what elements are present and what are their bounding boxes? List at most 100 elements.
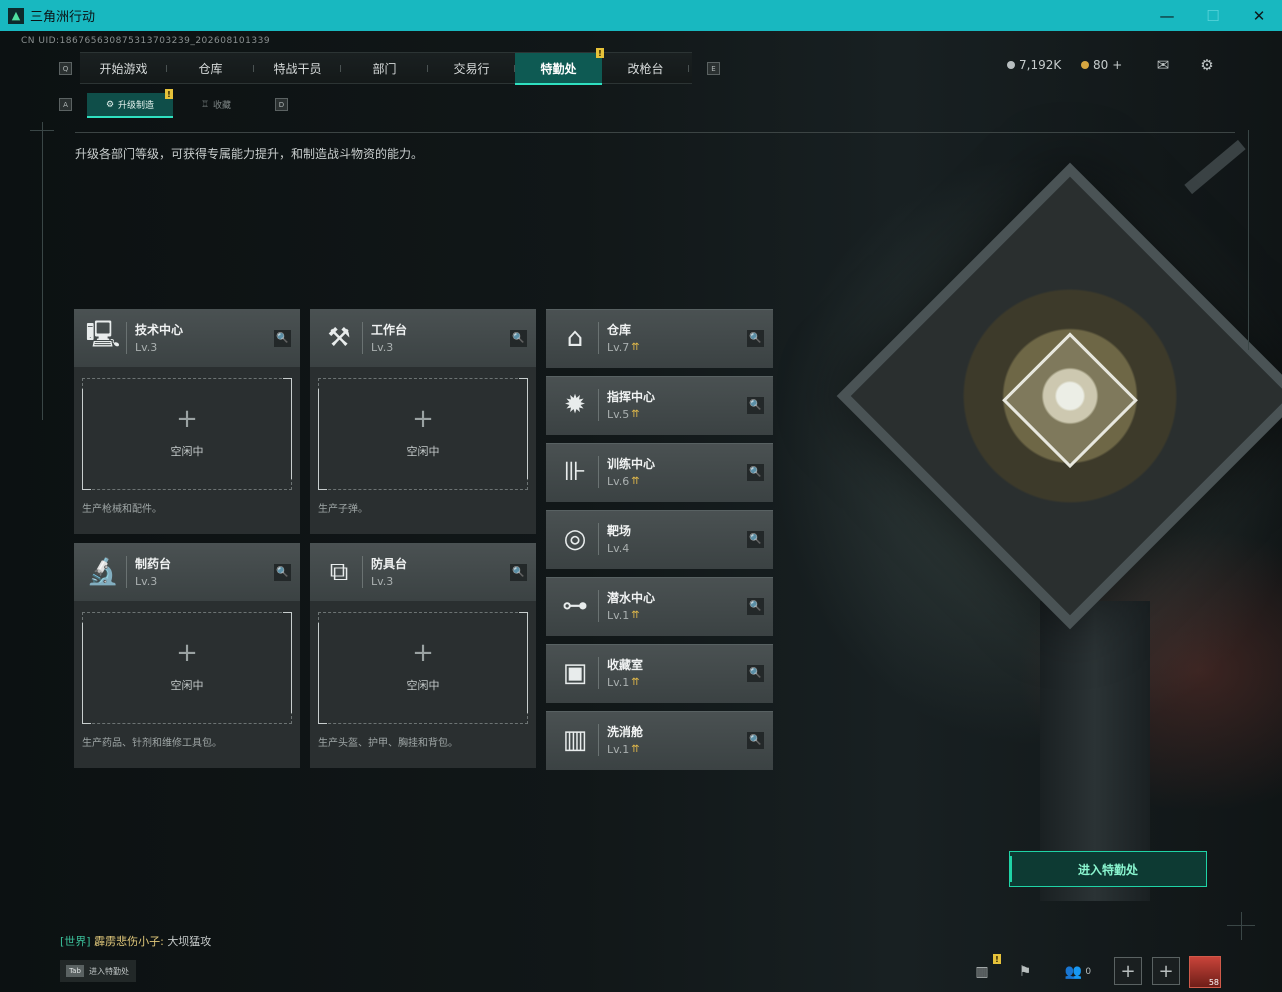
mail-icon[interactable]: ✉ — [1154, 56, 1172, 74]
production-card-pharmacy: 🔬 制药台 Lv.3 🔍 + 空闲中 生产药品、针剂和维修工具包。 — [74, 543, 300, 768]
tab-notification-badge: ! — [596, 48, 604, 58]
department-card-warehouse[interactable]: ⌂ 仓库 Lv.7 ⇈ 🔍 — [546, 309, 773, 368]
page-description: 升级各部门等级，可获得专属能力提升，和制造战斗物资的能力。 — [75, 147, 424, 161]
card-header[interactable]: 🖳 技术中心 Lv.3 🔍 — [74, 310, 300, 367]
department-level: Lv.3 — [135, 341, 158, 354]
search-icon[interactable]: 🔍 — [747, 665, 764, 682]
people-icon: 👥 — [1064, 964, 1083, 980]
upgrade-arrow-icon: ⇈ — [631, 409, 640, 420]
department-card-training-center[interactable]: ⊪ 训练中心 Lv.6 ⇈ 🔍 — [546, 443, 773, 502]
decon-icon: ▥ — [562, 725, 588, 755]
subnav-left-key[interactable]: A — [59, 98, 72, 111]
tab-operators[interactable]: 特战干员 — [254, 53, 341, 83]
department-name: 技术中心 — [135, 323, 184, 337]
frame-line — [1248, 130, 1249, 350]
maximize-button[interactable]: ☐ — [1190, 0, 1236, 31]
search-icon[interactable]: 🔍 — [747, 732, 764, 749]
upgrade-gear-icon: ⚙ — [105, 99, 115, 110]
department-card-command-center[interactable]: ✹ 指挥中心 Lv.5 ⇈ 🔍 — [546, 376, 773, 435]
craft-slot[interactable]: + 空闲中 — [318, 378, 528, 490]
search-icon[interactable]: 🔍 — [747, 397, 764, 414]
department-level: Lv.7 ⇈ — [607, 341, 640, 354]
production-description: 生产头盔、护甲、胸挂和背包。 — [318, 738, 458, 749]
department-card-collection-room[interactable]: ▣ 收藏室 Lv.1 ⇈ 🔍 — [546, 644, 773, 703]
tab-warehouse[interactable]: 仓库 — [167, 53, 254, 83]
gold-amount: 80 — [1093, 58, 1109, 72]
add-party-slot-button[interactable]: + — [1114, 957, 1142, 985]
card-separator — [126, 556, 127, 588]
trophy-icon: ♖ — [200, 99, 210, 110]
chat-sender: 霹雳悲伤小子: — [94, 935, 164, 948]
production-card-workbench: ⚒ 工作台 Lv.3 🔍 + 空闲中 生产子弹。 — [310, 309, 536, 534]
department-name: 制药台 — [135, 557, 172, 571]
search-icon[interactable]: 🔍 — [274, 564, 291, 581]
upgrade-arrow-icon: ⇈ — [631, 610, 640, 621]
warehouse-icon: ⌂ — [566, 323, 584, 353]
nav-right-key[interactable]: E — [707, 62, 720, 75]
subtab-notification-badge: ! — [165, 89, 173, 99]
window-titlebar: ▲ 三角洲行动 — ☐ ✕ — [0, 0, 1282, 31]
department-level: Lv.3 — [135, 575, 158, 588]
tab-market[interactable]: 交易行 — [428, 53, 515, 83]
slot-status: 空闲中 — [170, 679, 204, 692]
card-separator — [598, 724, 599, 756]
search-icon[interactable]: 🔍 — [747, 330, 764, 347]
card-header[interactable]: 🔬 制药台 Lv.3 🔍 — [74, 544, 300, 601]
tab-special-ops[interactable]: 特勤处 — [515, 53, 602, 85]
gold-currency[interactable]: 80 + — [1081, 58, 1122, 72]
flag-icon[interactable]: ⚑ — [1010, 958, 1040, 986]
department-card-shooting-range[interactable]: ◎ 靶场 Lv.4 🔍 — [546, 510, 773, 569]
slot-corner — [82, 389, 91, 490]
tab-gunsmith[interactable]: 改枪台 — [602, 53, 689, 83]
chat-line[interactable]: [世界] 霹雳悲伤小子: 大坝猛攻 — [60, 933, 211, 949]
department-level: Lv.3 — [371, 341, 394, 354]
department-name: 训练中心 — [607, 457, 656, 471]
chat-channel: [世界] — [60, 935, 91, 948]
department-level: Lv.1 ⇈ — [607, 676, 640, 689]
window-title: 三角洲行动 — [30, 10, 96, 25]
department-card-decon-chamber[interactable]: ▥ 洗消舱 Lv.1 ⇈ 🔍 — [546, 711, 773, 770]
frame-line — [42, 122, 43, 420]
subtab-collection[interactable]: ♖ 收藏 — [173, 93, 259, 116]
player-avatar[interactable]: 58 — [1189, 956, 1221, 988]
search-icon[interactable]: 🔍 — [510, 330, 527, 347]
slot-status: 空闲中 — [406, 679, 440, 692]
upgrade-arrow-icon: ⇈ — [631, 677, 640, 688]
friends-icon[interactable]: 👥 0 — [1058, 958, 1098, 986]
subtab-upgrade-craft[interactable]: ⚙ 升级制造 — [87, 93, 173, 118]
enter-special-ops-button[interactable]: 进入特勤处 — [1009, 851, 1207, 887]
tab-departments[interactable]: 部门 — [341, 53, 428, 83]
silver-amount: 7,192K — [1019, 58, 1062, 72]
craft-slot[interactable]: + 空闲中 — [82, 378, 292, 490]
frame-line — [30, 130, 54, 131]
search-icon[interactable]: 🔍 — [747, 464, 764, 481]
craft-slot[interactable]: + 空闲中 — [318, 612, 528, 724]
subnav-right-key[interactable]: D — [275, 98, 288, 111]
close-button[interactable]: ✕ — [1236, 0, 1282, 31]
nav-left-key[interactable]: Q — [59, 62, 72, 75]
plus-icon: + — [176, 404, 198, 434]
search-icon[interactable]: 🔍 — [747, 531, 764, 548]
settings-gear-icon[interactable]: ⚙ — [1198, 56, 1216, 74]
slot-corner — [318, 389, 327, 490]
department-card-diving-center[interactable]: ⊶ 潜水中心 Lv.1 ⇈ 🔍 — [546, 577, 773, 636]
dumbbell-icon: ⊪ — [563, 457, 587, 487]
tab-start-game[interactable]: 开始游戏 — [80, 53, 167, 83]
craft-slot[interactable]: + 空闲中 — [82, 612, 292, 724]
user-uid: CN UID:18676563087531370323​9_2026081013… — [21, 36, 271, 46]
plus-icon: + — [176, 638, 198, 668]
minimize-button[interactable]: — — [1144, 0, 1190, 31]
card-separator — [598, 657, 599, 689]
tab-shortcut-hint[interactable]: Tab 进入特勤处 — [60, 960, 136, 982]
add-party-slot-button-2[interactable]: + — [1152, 957, 1180, 985]
department-level: Lv.6 ⇈ — [607, 475, 640, 488]
search-icon[interactable]: 🔍 — [274, 330, 291, 347]
search-icon[interactable]: 🔍 — [747, 598, 764, 615]
card-header[interactable]: ⚒ 工作台 Lv.3 🔍 — [310, 310, 536, 367]
vault-cube-illustration — [836, 162, 1282, 630]
department-level: Lv.4 — [607, 542, 630, 555]
gold-add-button[interactable]: + — [1112, 58, 1122, 72]
department-name: 仓库 — [607, 323, 632, 337]
card-header[interactable]: ⧉ 防具台 Lv.3 🔍 — [310, 544, 536, 601]
search-icon[interactable]: 🔍 — [510, 564, 527, 581]
